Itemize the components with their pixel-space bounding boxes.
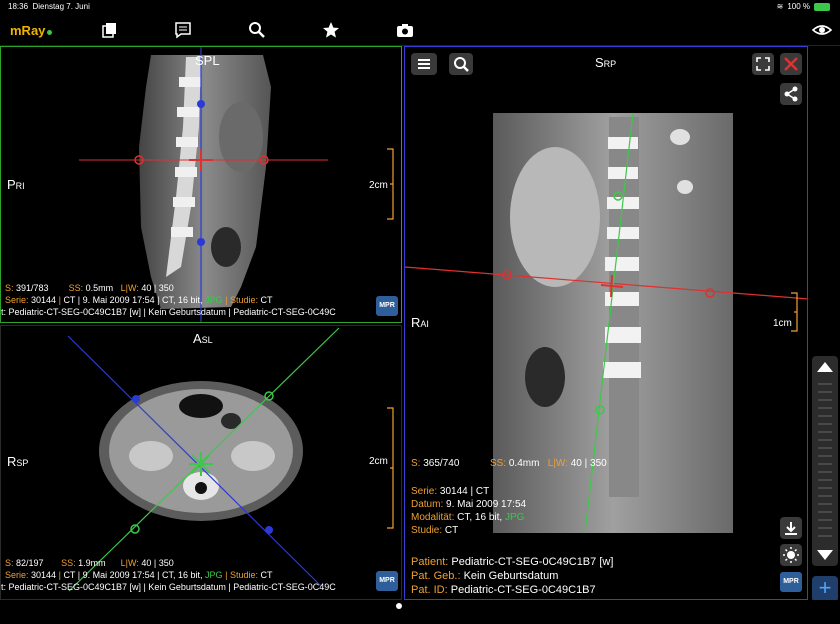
expand-icon (756, 57, 770, 71)
slider-track (817, 362, 833, 560)
scale-label: 2cm (369, 180, 388, 191)
series-icon[interactable] (100, 20, 120, 40)
sagittal-image (79, 47, 394, 322)
share-icon (784, 86, 798, 102)
status-time: 18:36 (8, 2, 29, 11)
patient-info: t: Pediatric-CT-SEG-0C49C1B7 [w] | Kein … (1, 307, 336, 317)
slice-info: S: 82/197 SS: 1.9mm L|W: 40 | 350 (5, 558, 174, 568)
status-bar: 18:36 Dienstag 7. Juni ≋ 100 % (0, 0, 840, 14)
logo-text: mRay (10, 23, 46, 38)
slider-down-arrow-icon (817, 550, 833, 560)
mpr-button[interactable]: MPR (376, 296, 398, 316)
close-button[interactable] (780, 53, 802, 75)
star-icon[interactable] (321, 20, 341, 40)
battery-icon (814, 3, 830, 11)
app-logo: mRay (10, 23, 53, 38)
viewer-right[interactable]: SRP RAI 1cm S: 365/740 SS: 0.4mm L|W: 40… (404, 46, 808, 600)
page-indicator (396, 603, 402, 609)
slice-slider[interactable] (812, 356, 838, 566)
comments-icon[interactable] (173, 20, 193, 40)
battery-label: 100 % (787, 2, 810, 11)
scale-label: 2cm (369, 456, 388, 467)
fullscreen-button[interactable] (752, 53, 774, 75)
plus-icon: + (818, 575, 832, 600)
add-button[interactable]: + (812, 576, 838, 602)
download-button[interactable] (780, 517, 802, 539)
search-icon (454, 57, 469, 72)
eye-icon[interactable] (812, 20, 832, 40)
series-info: Serie: 30144 | CT Datum: 9. Mai 2009 17:… (411, 486, 527, 536)
top-orientation-label: SRP (595, 55, 617, 70)
wifi-icon: ≋ (776, 2, 784, 11)
search-icon[interactable] (247, 20, 267, 40)
top-orientation-label: SPL (195, 53, 220, 68)
patient-info: t: Pediatric-CT-SEG-0C49C1B7 [w] | Kein … (1, 582, 336, 592)
hamburger-icon (418, 59, 430, 69)
top-toolbar: mRay (0, 14, 840, 46)
download-icon (785, 522, 797, 535)
patient-info: Patient: Pediatric-CT-SEG-0C49C1B7 [w] P… (411, 556, 614, 596)
mpr-button[interactable]: MPR (376, 571, 398, 591)
slider-up-arrow-icon (817, 362, 833, 372)
share-button[interactable] (780, 83, 802, 105)
left-orientation-label: RSP (7, 454, 29, 469)
viewer-top-left[interactable]: SPL PRI 2cm S: 391/783 SS: 0.5mm L|W: 40… (0, 46, 402, 323)
mpr-button[interactable]: MPR (780, 572, 802, 592)
series-info: Serie: 30144 | CT | 9. Mai 2009 17:54 | … (5, 570, 273, 580)
brightness-button[interactable] (780, 544, 802, 566)
brightness-icon (783, 547, 799, 563)
logo-dot-icon (47, 30, 53, 35)
slice-info: S: 365/740 SS: 0.4mm L|W: 40 | 350 (411, 458, 607, 469)
viewer-bottom-left[interactable]: ASL RSP 2cm S: 82/197 SS: 1.9mm L|W: 40 … (0, 325, 402, 600)
left-orientation-label: RAI (411, 315, 429, 330)
left-orientation-label: PRI (7, 177, 25, 192)
scale-label: 1cm (773, 318, 792, 329)
home-bar (0, 600, 840, 624)
status-date: Dienstag 7. Juni (32, 2, 90, 11)
series-info: Serie: 30144 | CT | 9. Mai 2009 17:54 | … (5, 295, 273, 305)
camera-icon[interactable] (395, 20, 415, 40)
close-icon (784, 57, 798, 71)
top-orientation-label: ASL (193, 331, 213, 346)
zoom-button[interactable] (449, 53, 473, 75)
menu-button[interactable] (411, 53, 437, 75)
slice-info: S: 391/783 SS: 0.5mm L|W: 40 | 350 (5, 283, 174, 293)
